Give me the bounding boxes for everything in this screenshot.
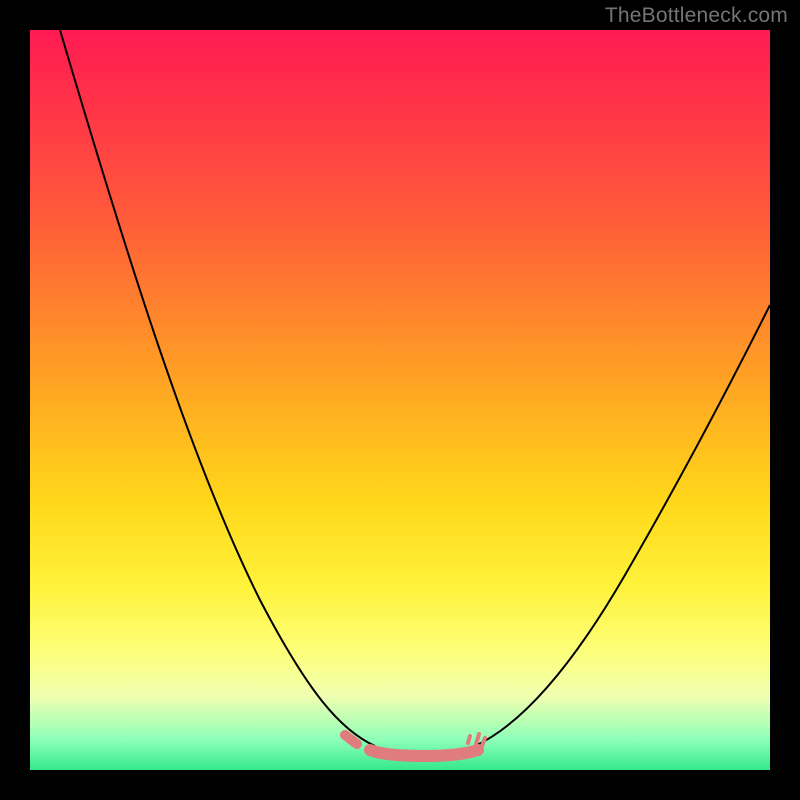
curve-right bbox=[475, 305, 770, 746]
curve-layer bbox=[30, 30, 770, 770]
plot-area bbox=[30, 30, 770, 770]
watermark-text: TheBottleneck.com bbox=[605, 4, 788, 28]
optimal-range-marker-left-dash bbox=[345, 735, 357, 744]
optimal-range-marker bbox=[370, 750, 478, 756]
curve-left bbox=[60, 30, 375, 746]
optimal-range-marker-ticks bbox=[468, 734, 485, 746]
chart-frame: TheBottleneck.com bbox=[0, 0, 800, 800]
